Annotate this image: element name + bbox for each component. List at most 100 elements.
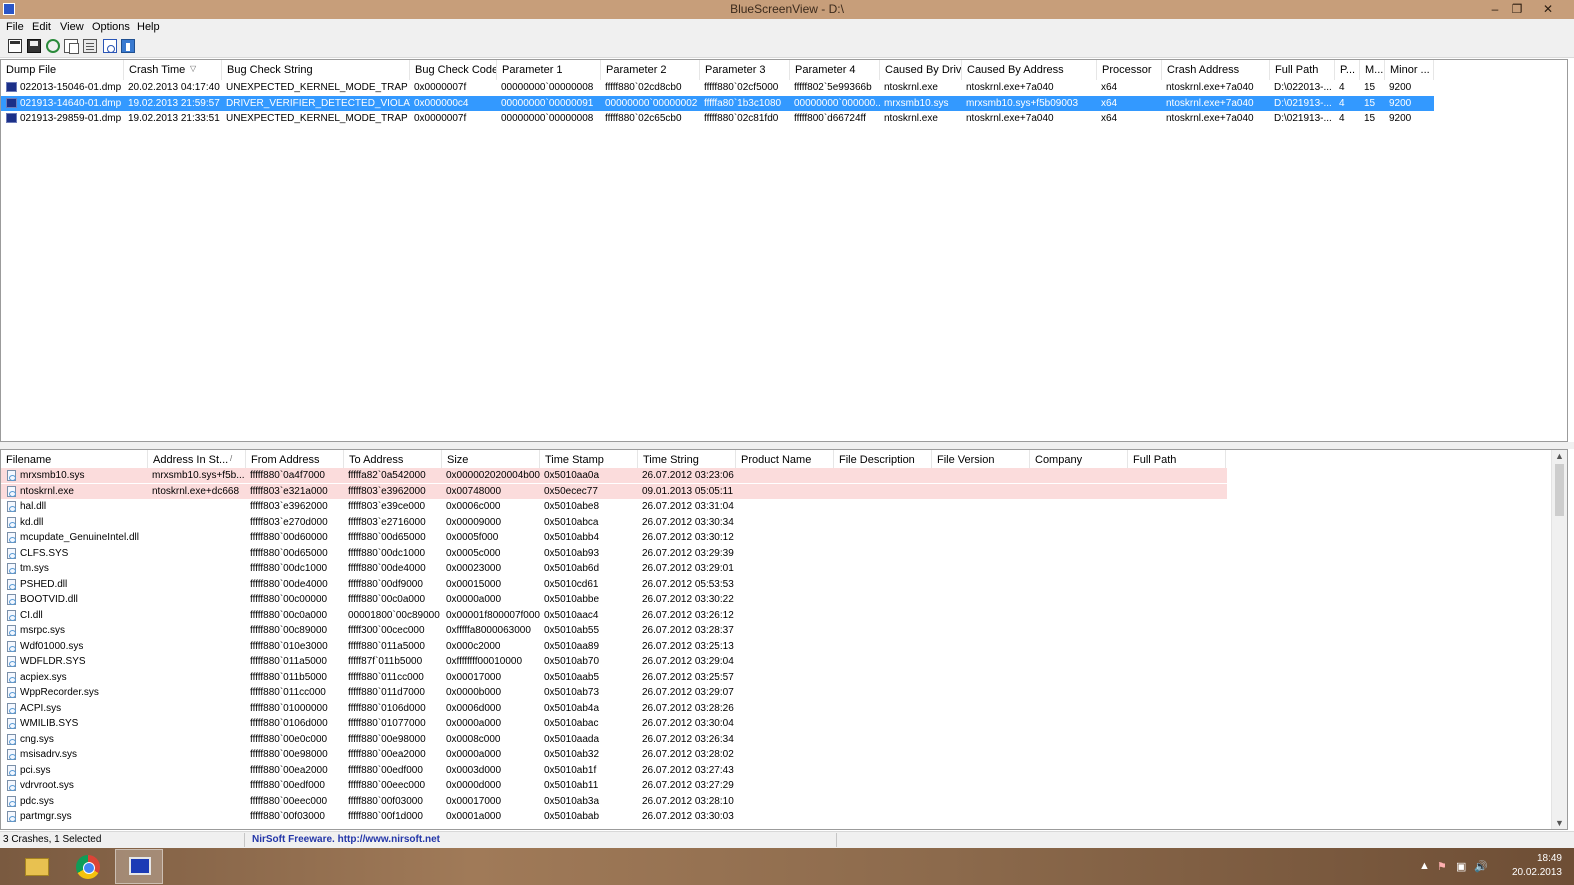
upper-header-7[interactable]: Parameter 4 bbox=[790, 60, 880, 80]
driver-row[interactable]: kd.dll fffff803`e270d000 fffff803`e2716000… bbox=[1, 515, 1541, 530]
scroll-down-arrow-icon[interactable]: ▼ bbox=[1555, 818, 1564, 828]
driver-row[interactable]: WMILIB.SYS fffff880`0106d000 fffff880`0107… bbox=[1, 716, 1541, 731]
action-center-flag-icon[interactable]: ⚑ bbox=[1437, 860, 1447, 873]
upper-header-13[interactable]: P... bbox=[1335, 60, 1360, 80]
menu-view[interactable]: View bbox=[60, 21, 84, 33]
driver-list-scrollbar[interactable]: ▲ ▼ bbox=[1551, 450, 1567, 829]
properties-icon[interactable] bbox=[83, 39, 97, 53]
html-report-icon[interactable] bbox=[103, 39, 117, 53]
driver-row[interactable]: WppRecorder.sys fffff880`011cc000 fffff880… bbox=[1, 685, 1541, 700]
menu-edit[interactable]: Edit bbox=[32, 21, 51, 33]
driver-row[interactable]: WDFLDR.SYS fffff880`011a5000 fffff87f`011b… bbox=[1, 654, 1541, 669]
lower-header-0[interactable]: Filename bbox=[1, 450, 148, 470]
taskbar-file-explorer[interactable] bbox=[13, 849, 61, 884]
driver-row[interactable]: cng.sys fffff880`00e0c000 fffff880`00e9800… bbox=[1, 732, 1541, 747]
lower-header-9[interactable]: File Version bbox=[932, 450, 1030, 470]
driver-row[interactable]: ntoskrnl.exe ntoskrnl.exe+dc668 fffff803`e… bbox=[1, 483, 1227, 499]
driver-time-stamp: 0x5010abab bbox=[544, 811, 600, 822]
crash-parameter-4: fffff802`5e99366b bbox=[794, 82, 872, 93]
taskbar-bluescreenview[interactable] bbox=[115, 849, 163, 884]
driver-row[interactable]: ACPI.sys fffff880`01000000 fffff880`0106d0… bbox=[1, 701, 1541, 716]
upper-header-3[interactable]: Bug Check Code bbox=[410, 60, 497, 80]
upper-header-6[interactable]: Parameter 3 bbox=[700, 60, 790, 80]
driver-row[interactable]: Wdf01000.sys fffff880`010e3000 fffff880`01… bbox=[1, 639, 1541, 654]
lower-header-2[interactable]: From Address bbox=[246, 450, 344, 470]
restore-button[interactable]: ❐ bbox=[1506, 0, 1528, 19]
driver-from-address: fffff880`011b5000 bbox=[250, 671, 327, 683]
driver-row[interactable]: mcupdate_GenuineIntel.dll fffff880`00d600… bbox=[1, 530, 1541, 545]
driver-time-string: 26.07.2012 03:29:07 bbox=[642, 687, 734, 698]
upper-header-12[interactable]: Full Path bbox=[1270, 60, 1335, 80]
driver-row[interactable]: CLFS.SYS fffff880`00d65000 fffff880`00dc10… bbox=[1, 546, 1541, 561]
crash-row[interactable]: 021913-29859-01.dmp 19.02.2013 21:33:51 UN… bbox=[1, 111, 1434, 126]
driver-list[interactable]: Filename Address In St... From Address To A… bbox=[0, 449, 1568, 830]
upper-header-14[interactable]: M... bbox=[1360, 60, 1385, 80]
driver-row[interactable]: msrpc.sys fffff880`00c89000 fffff300`00cec… bbox=[1, 623, 1541, 638]
lower-header-7[interactable]: Product Name bbox=[736, 450, 834, 470]
upper-header-8[interactable]: Caused By Driver bbox=[880, 60, 962, 80]
driver-row[interactable]: mrxsmb10.sys mrxsmb10.sys+f5b... fffff880`… bbox=[1, 468, 1227, 483]
upper-header-15[interactable]: Minor ... bbox=[1385, 60, 1434, 80]
upper-header-1[interactable]: Crash Time bbox=[124, 60, 222, 80]
refresh-icon[interactable] bbox=[46, 39, 60, 53]
menu-options[interactable]: Options bbox=[92, 21, 130, 33]
exit-icon[interactable] bbox=[121, 39, 135, 53]
lower-header-6[interactable]: Time String bbox=[638, 450, 736, 470]
driver-filename: mcupdate_GenuineIntel.dll bbox=[20, 532, 139, 543]
driver-size: 0x00017000 bbox=[446, 671, 502, 683]
driver-from-address: fffff803`e3962000 bbox=[250, 501, 328, 512]
lower-header-10[interactable]: Company bbox=[1030, 450, 1128, 470]
driver-row[interactable]: acpiex.sys fffff880`011b5000 fffff880`011c… bbox=[1, 670, 1541, 685]
system-clock[interactable]: 18:49 20.02.2013 bbox=[1482, 852, 1562, 880]
toolbar bbox=[0, 36, 1574, 58]
network-icon[interactable]: ▣ bbox=[1456, 860, 1466, 873]
lower-header-3[interactable]: To Address bbox=[344, 450, 442, 470]
crash-row[interactable]: 021913-14640-01.dmp 19.02.2013 21:59:57 DR… bbox=[1, 95, 1434, 111]
driver-row[interactable]: pdc.sys fffff880`00eec000 fffff880`00f0300… bbox=[1, 794, 1541, 809]
lower-header-8[interactable]: File Description bbox=[834, 450, 932, 470]
lower-header-5[interactable]: Time Stamp bbox=[540, 450, 638, 470]
driver-time-string: 26.07.2012 03:25:13 bbox=[642, 640, 734, 652]
nirsoft-link[interactable]: NirSoft Freeware. http://www.nirsoft.net bbox=[252, 834, 440, 845]
upper-header-11[interactable]: Crash Address bbox=[1162, 60, 1270, 80]
crash-row[interactable]: 022013-15046-01.dmp 20.02.2013 04:17:40 UN… bbox=[1, 80, 1434, 95]
menu-help[interactable]: Help bbox=[137, 21, 160, 33]
scroll-up-arrow-icon[interactable]: ▲ bbox=[1555, 451, 1564, 461]
driver-file-icon bbox=[7, 780, 16, 791]
driver-row[interactable]: pci.sys fffff880`00ea2000 fffff880`00edf00… bbox=[1, 763, 1541, 778]
upper-header-9[interactable]: Caused By Address bbox=[962, 60, 1097, 80]
driver-row[interactable]: CI.dll fffff880`00c0a000 00001800`00c89000… bbox=[1, 608, 1541, 623]
driver-row[interactable]: BOOTVID.dll fffff880`00c00000 fffff880`00c… bbox=[1, 592, 1541, 607]
save-icon[interactable] bbox=[27, 39, 41, 53]
show-hidden-icons-icon[interactable]: ▲ bbox=[1419, 860, 1430, 872]
lower-header-11[interactable]: Full Path bbox=[1128, 450, 1226, 470]
upper-header-0[interactable]: Dump File bbox=[1, 60, 124, 80]
copy-icon[interactable] bbox=[64, 39, 79, 54]
crash-list[interactable]: Dump File Crash Time Bug Check String Bug C… bbox=[0, 59, 1568, 442]
upper-header-5[interactable]: Parameter 2 bbox=[601, 60, 700, 80]
upper-header-10[interactable]: Processor bbox=[1097, 60, 1162, 80]
taskbar-chrome[interactable] bbox=[64, 849, 112, 884]
driver-filename: Wdf01000.sys bbox=[20, 640, 84, 652]
driver-to-address: fffff880`00f03000 bbox=[348, 795, 423, 807]
crash-processor: x64 bbox=[1101, 97, 1118, 109]
driver-row[interactable]: hal.dll fffff803`e3962000 fffff803`e39ce00… bbox=[1, 499, 1541, 514]
lower-header-4[interactable]: Size bbox=[442, 450, 540, 470]
close-button[interactable]: ✕ bbox=[1537, 0, 1559, 19]
upper-header-4[interactable]: Parameter 1 bbox=[497, 60, 601, 80]
driver-address-in-stack bbox=[148, 747, 246, 762]
upper-header-2[interactable]: Bug Check String bbox=[222, 60, 410, 80]
driver-row[interactable]: partmgr.sys fffff880`00f03000 fffff880`00f… bbox=[1, 809, 1541, 824]
driver-row[interactable]: PSHED.dll fffff880`00de4000 fffff880`00df9… bbox=[1, 577, 1541, 592]
driver-row[interactable]: msisadrv.sys fffff880`00e98000 fffff880`00… bbox=[1, 747, 1541, 762]
minimize-button[interactable]: – bbox=[1484, 0, 1506, 19]
menu-file[interactable]: File bbox=[6, 21, 24, 33]
open-icon[interactable] bbox=[8, 39, 22, 53]
driver-row[interactable]: vdrvroot.sys fffff880`00edf000 fffff880`00… bbox=[1, 778, 1541, 793]
driver-filename: acpiex.sys bbox=[20, 671, 67, 683]
crash-parameter-2: fffff880`02c65cb0 bbox=[605, 113, 682, 124]
pane-splitter[interactable] bbox=[0, 442, 1574, 449]
driver-row[interactable]: tm.sys fffff880`00dc1000 fffff880`00de4000… bbox=[1, 561, 1541, 576]
scroll-thumb[interactable] bbox=[1555, 464, 1564, 516]
driver-size: 0x00748000 bbox=[446, 485, 502, 497]
